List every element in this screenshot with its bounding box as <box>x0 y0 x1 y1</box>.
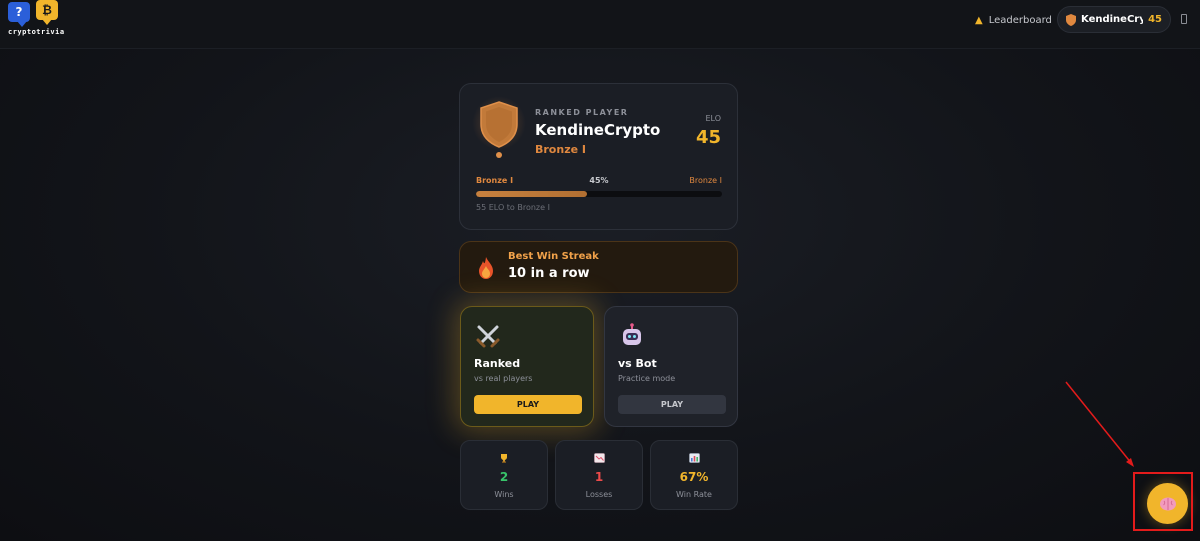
trophy-icon <box>461 453 547 466</box>
losses-label: Losses <box>585 490 613 499</box>
progress-percent: 45% <box>589 176 609 185</box>
ranked-subtitle: vs real players <box>474 374 533 383</box>
chart-down-icon <box>556 453 642 466</box>
ranked-play-button[interactable]: PLAY <box>474 395 582 414</box>
win-rate-value: 67% <box>679 470 709 484</box>
elo-value: 45 <box>695 127 721 148</box>
top-bar: ? ₿ cryptotrivia ▲ Leaderboard KendineCr… <box>0 0 1200 49</box>
profile-card: RANKED PLAYER KendineCrypto Bronze I ELO… <box>459 83 738 230</box>
win-rate-stat: 67% Win Rate <box>650 440 738 510</box>
bar-chart-icon <box>651 453 737 466</box>
logo-text: cryptotrivia <box>8 28 65 36</box>
ranked-title: Ranked <box>474 357 521 370</box>
progress-note: 55 ELO to Bronze I <box>476 203 550 212</box>
wins-stat: 2 Wins <box>460 440 548 510</box>
bot-mode-card[interactable]: vs Bot Practice mode PLAY <box>604 306 738 427</box>
progress-bar-fill <box>476 191 587 197</box>
user-profile-button[interactable]: KendineCryp 45 <box>1057 6 1171 33</box>
wins-label: Wins <box>494 490 514 499</box>
streak-label: Best Win Streak <box>508 251 599 262</box>
crossed-swords-icon <box>476 325 500 348</box>
annotation-arrow <box>1065 381 1134 467</box>
progress-next-tier: Bronze I <box>689 176 722 185</box>
ranked-player-label: RANKED PLAYER <box>535 108 629 117</box>
bronze-shield-icon <box>1066 13 1076 26</box>
robot-icon <box>623 323 641 345</box>
fire-icon <box>479 257 493 279</box>
progress-bar <box>476 191 722 197</box>
leaderboard-label: Leaderboard <box>988 14 1052 26</box>
win-streak-card: Best Win Streak 10 in a row <box>459 241 738 293</box>
leaderboard-link[interactable]: ▲ Leaderboard <box>975 12 1052 28</box>
question-bubble-icon: ? <box>8 2 30 27</box>
bot-title: vs Bot <box>618 357 657 370</box>
bot-play-button[interactable]: PLAY <box>618 395 726 414</box>
elo-label: ELO <box>705 114 721 123</box>
user-name: KendineCryp <box>1081 14 1143 25</box>
bitcoin-bubble-icon: ₿ <box>36 0 58 25</box>
ranked-mode-card[interactable]: Ranked vs real players PLAY <box>460 306 594 427</box>
trophy-icon: ▲ <box>975 14 983 26</box>
win-rate-label: Win Rate <box>676 490 712 499</box>
player-tier: Bronze I <box>535 143 586 156</box>
wins-value: 2 <box>499 470 509 484</box>
progress-labels: Bronze I 45% Bronze I <box>476 176 722 188</box>
bot-subtitle: Practice mode <box>618 374 676 383</box>
player-name: KendineCrypto <box>535 121 661 139</box>
streak-value: 10 in a row <box>508 266 590 281</box>
bronze-rank-badge-icon <box>480 101 518 158</box>
user-elo: 45 <box>1148 14 1162 25</box>
logo[interactable]: ? ₿ cryptotrivia <box>6 0 64 40</box>
losses-stat: 1 Losses <box>555 440 643 510</box>
losses-value: 1 <box>594 470 604 484</box>
annotation-highlight-box <box>1133 472 1193 531</box>
menu-icon[interactable] <box>1181 14 1187 24</box>
